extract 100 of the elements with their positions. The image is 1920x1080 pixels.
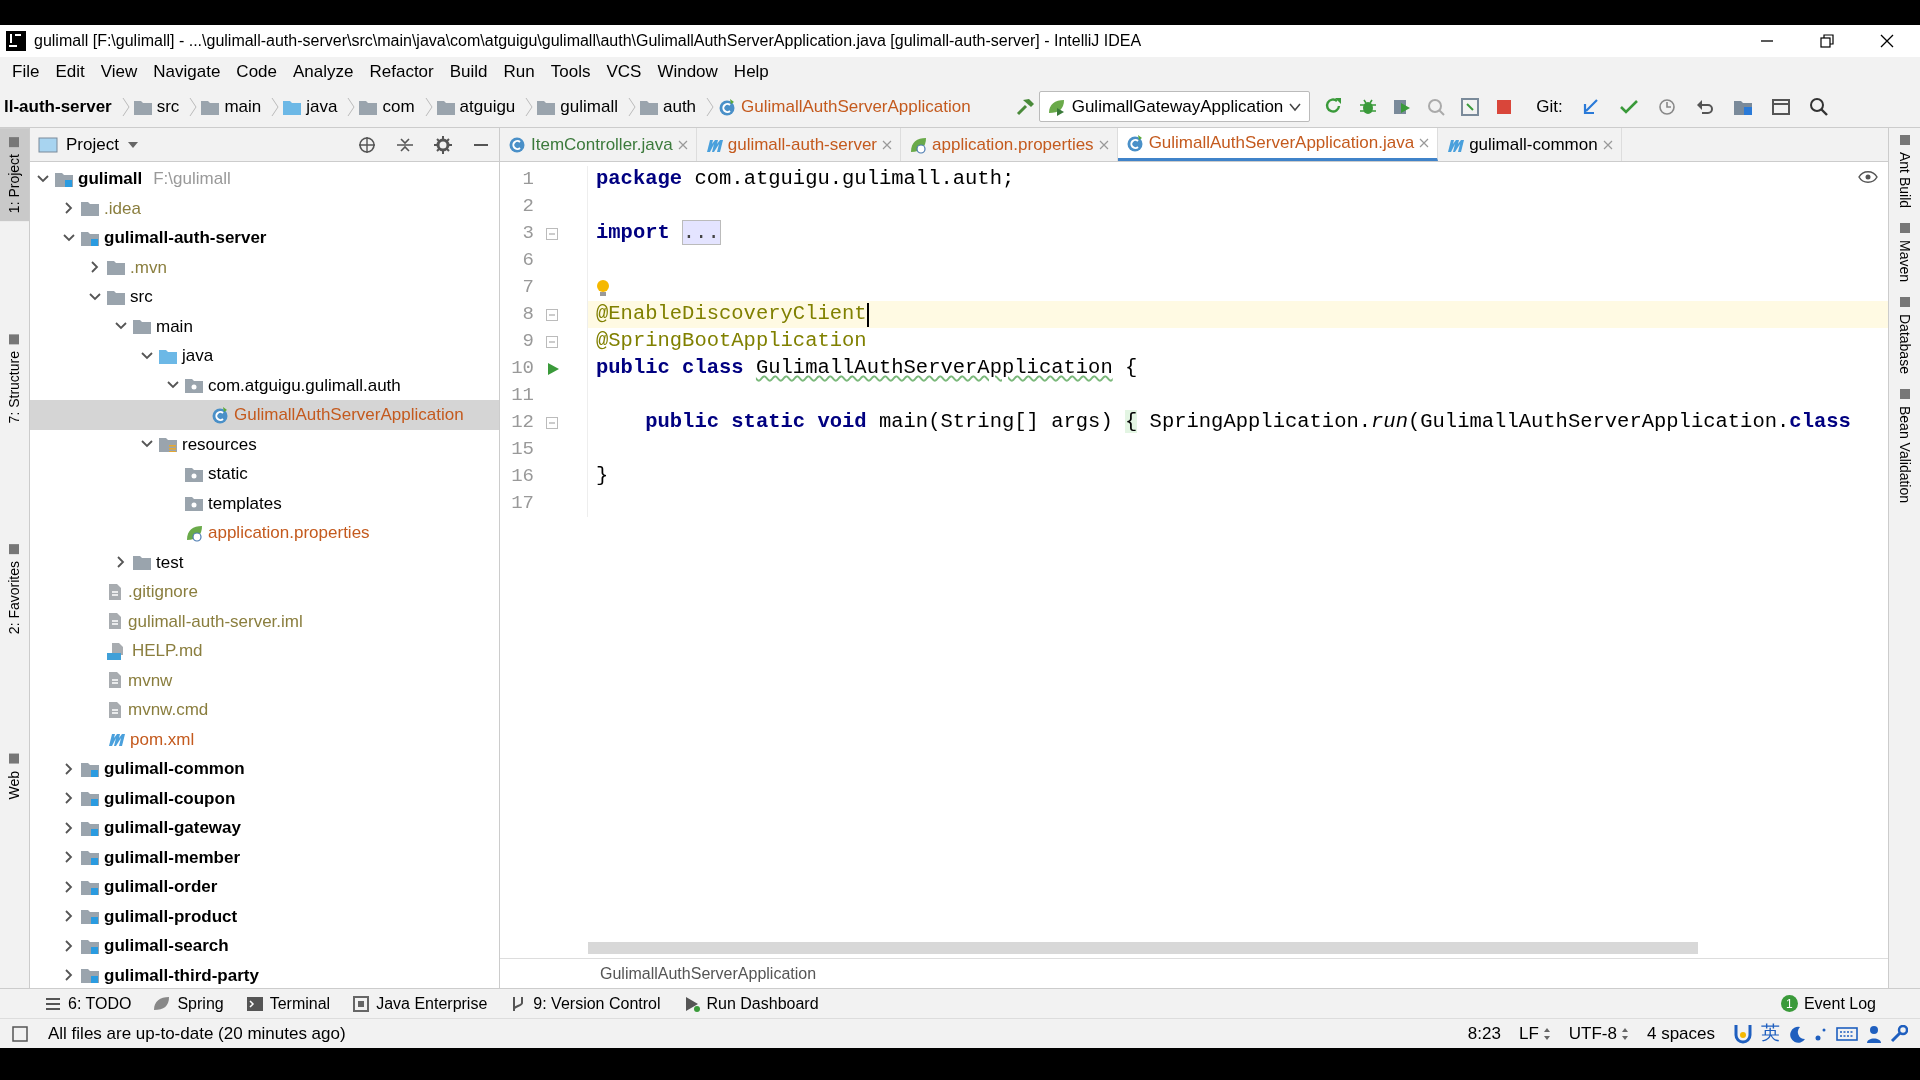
tree-item[interactable]: gulimall-gateway — [30, 813, 499, 843]
breadcrumb-item[interactable]: main — [201, 93, 268, 120]
panel-title-dropdown[interactable]: Project — [66, 131, 139, 158]
editor-tab[interactable]: ItemController.java — [500, 128, 697, 161]
caret-position[interactable]: 8:23 — [1467, 1020, 1501, 1047]
tool-window-tab[interactable]: Web — [0, 745, 29, 808]
encoding-selector[interactable]: UTF-8 — [1568, 1020, 1629, 1047]
tree-item[interactable]: java — [30, 341, 499, 371]
tool-window-button[interactable]: Spring — [153, 991, 224, 1016]
breadcrumb-item[interactable]: GulimallAuthServerApplication — [718, 93, 977, 120]
spring-app-icon — [1047, 97, 1066, 116]
editor-tab[interactable]: gulimall-common — [1438, 128, 1622, 161]
editor-tab[interactable]: gulimall-auth-server — [696, 128, 901, 161]
tree-item[interactable]: HELP.md — [30, 636, 499, 666]
breadcrumb-item[interactable]: auth — [639, 93, 703, 120]
menu-item[interactable]: Run — [495, 58, 543, 85]
tool-window-button[interactable]: Run Dashboard — [682, 991, 819, 1016]
tool-window-button[interactable]: Java Enterprise — [352, 991, 488, 1016]
tree-item[interactable]: .idea — [30, 193, 499, 223]
tree-item[interactable]: com.atguigu.gulimall.auth — [30, 370, 499, 400]
input-method-icon[interactable] — [1733, 1022, 1753, 1045]
eye-icon[interactable] — [1858, 170, 1878, 184]
tree-item[interactable]: pom.xml — [30, 724, 499, 754]
tree-item[interactable]: test — [30, 547, 499, 577]
tree-item[interactable]: application.properties — [30, 518, 499, 548]
menu-item[interactable]: Help — [725, 58, 777, 85]
tree-item[interactable]: gulimall-coupon — [30, 783, 499, 813]
tool-window-tab[interactable]: Database — [1894, 296, 1915, 374]
settings-icon[interactable] — [433, 134, 453, 155]
input-language[interactable]: 英 — [1761, 1019, 1780, 1048]
folder-icon — [159, 347, 177, 364]
line-number: 17 — [510, 491, 534, 517]
breadcrumb-item[interactable]: ll-auth-server — [4, 93, 118, 120]
menu-item[interactable]: Code — [228, 58, 285, 85]
tool-window-tab[interactable]: 7: Structure — [0, 324, 29, 432]
tool-window-tab[interactable]: Bean Validation — [1894, 388, 1915, 504]
tree-item[interactable]: gulimall F:\gulimall — [30, 164, 499, 194]
locate-icon[interactable] — [357, 134, 377, 155]
line-separator-selector[interactable]: LF — [1518, 1020, 1551, 1047]
breadcrumb-item[interactable]: java — [283, 93, 344, 120]
breadcrumb-item[interactable]: src — [133, 93, 186, 120]
menu-item[interactable]: Refactor — [361, 58, 442, 85]
menu-item[interactable]: File — [4, 58, 48, 85]
event-log-button[interactable]: 1 Event Log — [1780, 991, 1876, 1016]
horizontal-scrollbar[interactable] — [588, 942, 1698, 954]
menu-item[interactable]: Tools — [542, 58, 599, 85]
code-text: @SpringBootApplication — [596, 328, 867, 355]
tree-item[interactable]: .mvn — [30, 252, 499, 282]
tree-item[interactable]: gulimall-common — [30, 754, 499, 784]
close-icon[interactable] — [1880, 34, 1894, 48]
tool-window-button[interactable]: 9: Version Control — [509, 991, 661, 1016]
tree-item[interactable]: .gitignore — [30, 577, 499, 607]
tree-item[interactable]: gulimall-search — [30, 931, 499, 961]
tree-item[interactable]: mvnw.cmd — [30, 695, 499, 725]
tool-windows-toggle-icon[interactable] — [12, 1025, 28, 1042]
tree-item[interactable]: templates — [30, 488, 499, 518]
menu-item[interactable]: VCS — [598, 58, 650, 85]
keyboard-icon[interactable] — [1836, 1025, 1858, 1042]
tree-item[interactable]: gulimall-member — [30, 842, 499, 872]
tree-item[interactable]: mvnw — [30, 665, 499, 695]
tool-window-tab[interactable]: 1: Project — [0, 128, 29, 222]
tree-item[interactable]: static — [30, 459, 499, 489]
tree-item[interactable]: gulimall-product — [30, 901, 499, 931]
run-icon[interactable] — [546, 361, 560, 376]
tool-window-button[interactable]: 6: TODO — [44, 991, 132, 1016]
tree-item[interactable]: gulimall-order — [30, 872, 499, 902]
breadcrumb-item[interactable]: atguigu — [436, 93, 522, 120]
tool-window-button[interactable]: Terminal — [245, 991, 331, 1016]
wrench-icon[interactable] — [1890, 1024, 1908, 1043]
restore-icon[interactable] — [1820, 34, 1834, 48]
line-number: 7 — [521, 275, 534, 301]
history-icon[interactable] — [1656, 96, 1677, 117]
person-icon[interactable] — [1866, 1024, 1882, 1043]
hammer-icon[interactable] — [1014, 96, 1035, 117]
window-icon[interactable] — [1770, 96, 1791, 117]
tree-item[interactable]: gulimall-auth-server.iml — [30, 606, 499, 636]
editor-tab[interactable]: application.properties — [901, 128, 1118, 161]
tree-item[interactable]: src — [30, 282, 499, 312]
tree-item[interactable]: gulimall-auth-server — [30, 223, 499, 253]
indent-selector[interactable]: 4 spaces — [1646, 1020, 1715, 1047]
tool-window-tab[interactable]: Maven — [1894, 222, 1915, 283]
lightbulb-icon[interactable] — [596, 278, 610, 297]
moon-icon[interactable] — [1788, 1024, 1806, 1043]
menu-item[interactable]: Window — [649, 58, 726, 85]
tree-item[interactable]: gulimall-third-party — [30, 960, 499, 988]
menu-item[interactable]: Navigate — [145, 58, 229, 85]
menu-item[interactable]: Analyze — [285, 58, 362, 85]
search-icon[interactable] — [1808, 96, 1829, 117]
menu-item[interactable]: Build — [441, 58, 496, 85]
tool-window-tab[interactable]: 2: Favorites — [0, 534, 29, 642]
tree-item[interactable]: main — [30, 311, 499, 341]
tool-window-tab[interactable]: Ant Build — [1894, 134, 1915, 209]
run-configuration-dropdown[interactable]: GulimallGatewayApplication — [1038, 90, 1311, 123]
tree-item[interactable]: resources — [30, 429, 499, 459]
line-number: 3 — [521, 221, 534, 247]
breadcrumb-item[interactable]: com — [359, 93, 421, 120]
editor-tab[interactable]: GulimallAuthServerApplication.java — [1117, 128, 1439, 161]
menu-item[interactable]: View — [92, 58, 146, 85]
menu-item[interactable]: Edit — [47, 58, 93, 85]
breadcrumb-item[interactable]: gulimall — [537, 93, 624, 120]
